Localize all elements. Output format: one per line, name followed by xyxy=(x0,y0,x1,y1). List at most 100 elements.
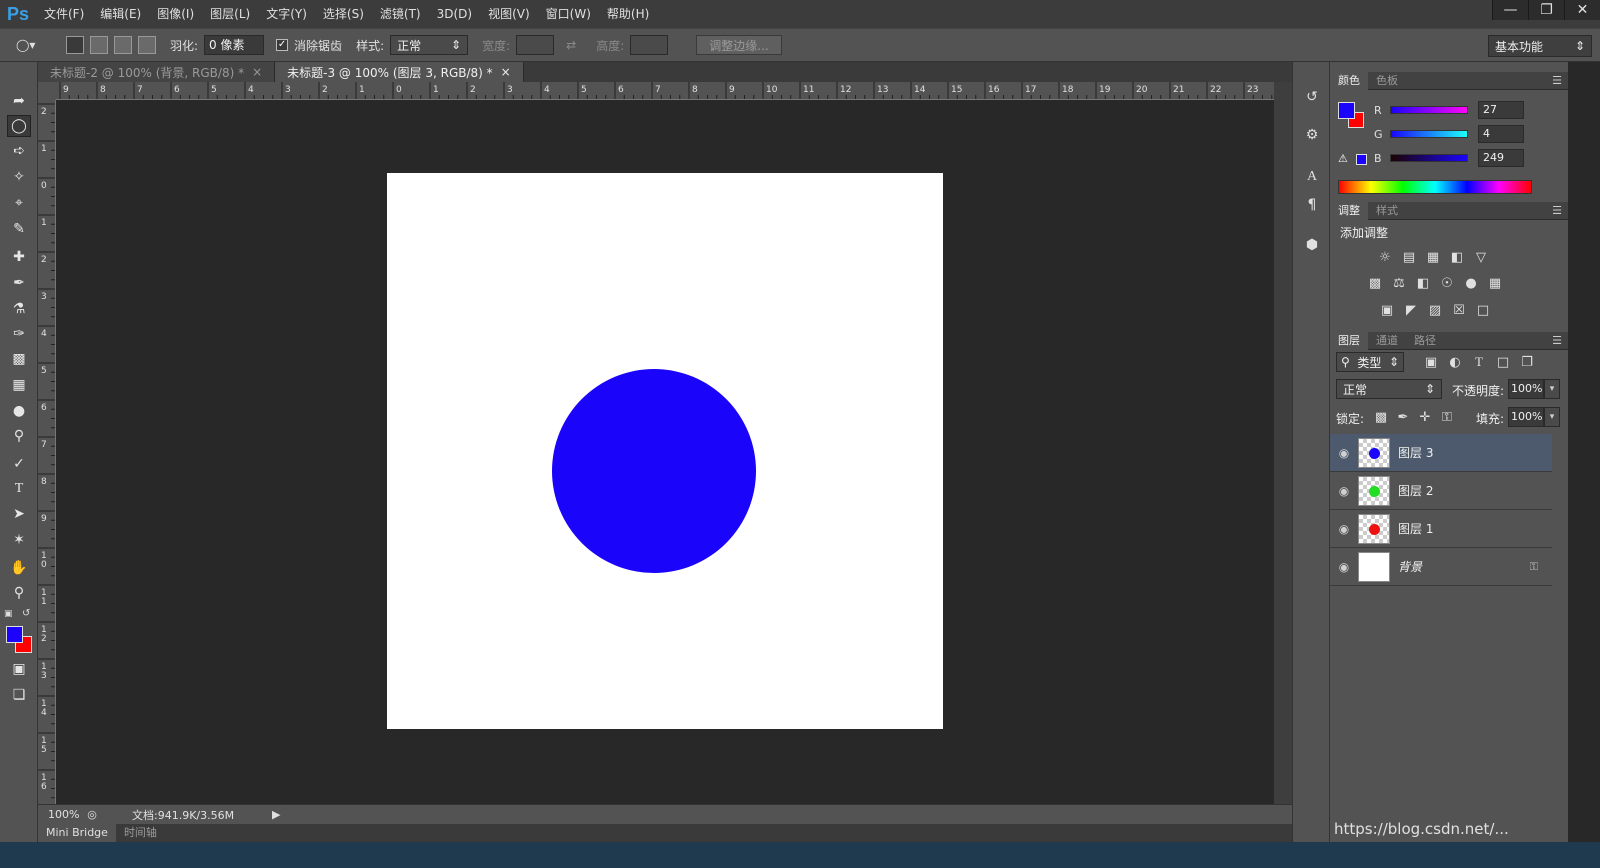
crop-tool-icon[interactable]: ⌖ xyxy=(7,192,31,214)
exposure-icon[interactable]: ◧ xyxy=(1448,248,1466,266)
height-input[interactable] xyxy=(630,35,669,55)
pixel-filter-icon[interactable]: ▣ xyxy=(1422,353,1440,371)
tab-swatches[interactable]: 色板 xyxy=(1368,72,1406,90)
new-selection-icon[interactable] xyxy=(66,36,84,54)
workspace-select[interactable]: 基本功能 ⇕ xyxy=(1488,35,1592,57)
layer-name[interactable]: 图层 1 xyxy=(1398,520,1433,537)
tab-color[interactable]: 颜色 xyxy=(1330,71,1368,90)
layer-name[interactable]: 背景 xyxy=(1398,558,1422,575)
doc-tab-untitled-3[interactable]: 未标题-3 @ 100% (图层 3, RGB/8) * × xyxy=(275,62,524,82)
status-menu-arrow-icon[interactable]: ▶ xyxy=(272,808,280,821)
antialias-checkbox[interactable]: ✓ xyxy=(276,39,289,51)
panel-menu-icon[interactable]: ☰ xyxy=(1552,74,1562,87)
zoom-tool-icon[interactable]: ⚲ xyxy=(7,582,31,604)
layer-row-3[interactable]: ◉ 图层 3 xyxy=(1330,434,1552,472)
layer-filter-select[interactable]: ⚲ 类型 ⇕ xyxy=(1336,352,1404,372)
magic-wand-tool-icon[interactable]: ✧ xyxy=(7,166,31,188)
color-lookup-icon[interactable]: ▦ xyxy=(1486,274,1504,292)
move-tool-icon[interactable]: ➦ xyxy=(7,90,31,112)
menu-layer[interactable]: 图层(L) xyxy=(202,0,258,28)
r-slider[interactable] xyxy=(1390,106,1468,114)
vibrance-icon[interactable]: ▽ xyxy=(1472,248,1490,266)
gradient-tool-icon[interactable]: ▦ xyxy=(7,374,31,396)
layer-row-1[interactable]: ◉ 图层 1 xyxy=(1330,510,1552,548)
opacity-dropdown-icon[interactable]: ▾ xyxy=(1544,379,1560,399)
panel-menu-icon[interactable]: ☰ xyxy=(1552,204,1562,217)
refine-edge-button[interactable]: 调整边缘... xyxy=(696,35,782,55)
status-info-icon[interactable]: ◎ xyxy=(82,808,102,821)
levels-icon[interactable]: ▤ xyxy=(1400,248,1418,266)
photo-filter-icon[interactable]: ☉ xyxy=(1438,274,1456,292)
invert-icon[interactable]: ▣ xyxy=(1378,301,1396,319)
close-icon[interactable]: ✕ xyxy=(1564,0,1600,20)
screen-mode-icon[interactable]: ❏ xyxy=(7,684,31,706)
layer-row-background[interactable]: ◉ 背景 ⚿ xyxy=(1330,548,1552,586)
menu-edit[interactable]: 编辑(E) xyxy=(92,0,149,28)
visibility-eye-icon[interactable]: ◉ xyxy=(1330,522,1358,536)
menu-image[interactable]: 图像(I) xyxy=(149,0,202,28)
selective-color-icon[interactable]: ☒ xyxy=(1450,301,1468,319)
shape-tool-icon[interactable]: ✶ xyxy=(7,529,31,551)
history-brush-tool-icon[interactable]: ✑ xyxy=(7,323,31,345)
elliptical-marquee-tool-icon[interactable]: ◯ xyxy=(7,115,31,137)
feather-input[interactable]: 0 像素 xyxy=(204,35,265,55)
gamut-warning-icon[interactable]: ⚠ xyxy=(1338,152,1348,165)
web-safe-swatch[interactable] xyxy=(1356,154,1367,165)
style-select[interactable]: 正常 ⇕ xyxy=(390,35,469,55)
panel-bg-swatch[interactable] xyxy=(1338,102,1355,119)
eraser-tool-icon[interactable]: ▩ xyxy=(7,348,31,370)
brightness-icon[interactable]: ☼ xyxy=(1376,248,1394,266)
fill-input[interactable]: 100% xyxy=(1508,407,1544,427)
brush-tool-icon[interactable]: ✒ xyxy=(7,272,31,294)
menu-filter[interactable]: 滤镜(T) xyxy=(372,0,429,28)
clone-stamp-tool-icon[interactable]: ⚗ xyxy=(7,298,31,320)
tab-channels[interactable]: 通道 xyxy=(1368,332,1406,350)
lock-pixels-icon[interactable]: ✒ xyxy=(1394,408,1412,426)
doc-tab-untitled-2[interactable]: 未标题-2 @ 100% (背景, RGB/8) * × xyxy=(38,62,276,82)
close-icon[interactable]: × xyxy=(501,65,511,79)
threshold-icon[interactable]: ▨ xyxy=(1426,301,1444,319)
add-selection-icon[interactable] xyxy=(90,36,108,54)
tab-adjustments[interactable]: 调整 xyxy=(1330,201,1368,220)
swap-icon[interactable]: ⇄ xyxy=(566,38,576,52)
menu-window[interactable]: 窗口(W) xyxy=(538,0,599,28)
history-icon[interactable]: ↺ xyxy=(1301,86,1323,108)
layer-name[interactable]: 图层 3 xyxy=(1398,444,1433,461)
adjustment-filter-icon[interactable]: ◐ xyxy=(1446,353,1464,371)
blend-mode-select[interactable]: 正常 ⇕ xyxy=(1336,379,1442,399)
lock-all-icon[interactable]: ⚿ xyxy=(1438,408,1456,426)
menu-type[interactable]: 文字(Y) xyxy=(258,0,315,28)
menu-select[interactable]: 选择(S) xyxy=(315,0,372,28)
tab-mini-bridge[interactable]: Mini Bridge xyxy=(38,824,116,842)
foreground-color-swatch[interactable] xyxy=(6,626,23,643)
zoom-level[interactable]: 100% xyxy=(38,808,82,821)
fill-dropdown-icon[interactable]: ▾ xyxy=(1544,407,1560,427)
default-colors-icon[interactable]: ▣ xyxy=(4,609,13,619)
layer-name[interactable]: 图层 2 xyxy=(1398,482,1433,499)
lock-transparent-icon[interactable]: ▩ xyxy=(1372,408,1390,426)
smart-object-filter-icon[interactable]: ❐ xyxy=(1518,353,1536,371)
dodge-tool-icon[interactable]: ⚲ xyxy=(7,425,31,447)
g-slider[interactable] xyxy=(1390,130,1468,138)
posterize-icon[interactable]: ◤ xyxy=(1402,301,1420,319)
tab-timeline[interactable]: 时间轴 xyxy=(116,824,165,842)
quick-mask-icon[interactable]: ▣ xyxy=(7,658,31,680)
swap-colors-icon[interactable]: ↺ xyxy=(22,608,30,619)
shape-filter-icon[interactable]: □ xyxy=(1494,353,1512,371)
type-filter-icon[interactable]: T xyxy=(1470,353,1488,371)
tab-styles[interactable]: 样式 xyxy=(1368,202,1406,220)
gradient-map-icon[interactable]: □ xyxy=(1474,301,1492,319)
menu-3d[interactable]: 3D(D) xyxy=(429,0,480,28)
blur-tool-icon[interactable]: ● xyxy=(7,400,31,422)
paragraph-icon[interactable]: ¶ xyxy=(1301,194,1323,216)
visibility-eye-icon[interactable]: ◉ xyxy=(1330,446,1358,460)
pen-tool-icon[interactable]: ✓ xyxy=(7,453,31,475)
tab-paths[interactable]: 路径 xyxy=(1406,332,1444,350)
lock-position-icon[interactable]: ✛ xyxy=(1416,408,1434,426)
vertical-scrollbar[interactable] xyxy=(1274,82,1292,804)
g-input[interactable]: 4 xyxy=(1478,125,1524,143)
visibility-eye-icon[interactable]: ◉ xyxy=(1330,560,1358,574)
black-white-icon[interactable]: ◧ xyxy=(1414,274,1432,292)
character-icon[interactable]: A xyxy=(1301,166,1323,188)
document-canvas[interactable] xyxy=(387,173,943,729)
